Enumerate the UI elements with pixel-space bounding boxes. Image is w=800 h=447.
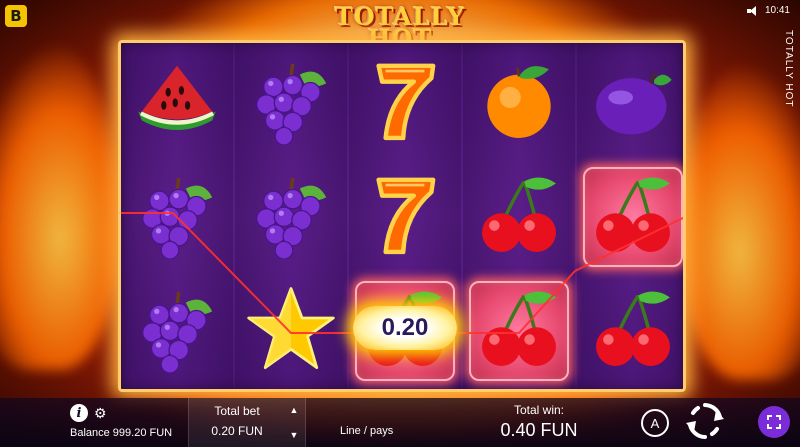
symbol-cherry: [577, 275, 683, 387]
symbol-grapes: [235, 47, 347, 159]
symbol-seven: [349, 47, 461, 159]
symbol-grapes: [121, 161, 233, 273]
game-name-vertical: TOTALLY HOT: [783, 30, 794, 108]
symbol-grapes: [235, 161, 347, 273]
lines-pays[interactable]: Line / pays: [340, 425, 393, 437]
info-icon[interactable]: i: [70, 404, 88, 422]
cherry-icon: [589, 285, 677, 378]
control-bar: i ⚙ Balance 999.20 FUN Total bet 0.20 FU…: [0, 398, 800, 447]
flame-left: [0, 40, 120, 370]
reel-area[interactable]: 0.20: [118, 40, 686, 392]
total-win-label: Total win:: [513, 403, 565, 417]
flame-right: [680, 60, 800, 380]
plum-icon: [589, 57, 677, 150]
grapes-icon: [247, 171, 335, 264]
total-win-value: 0.40 FUN: [500, 420, 578, 440]
symbol-watermelon: [121, 47, 233, 159]
symbol-plum: [577, 47, 683, 159]
balance: Balance 999.20 FUN: [70, 427, 173, 439]
symbol-cherry: [577, 161, 683, 273]
game-stage: B TOTALLY HOT 10:41 TOTALLY HOT 0.20 i ⚙…: [0, 0, 800, 447]
symbol-cherry: [463, 161, 575, 273]
watermelon-icon: [133, 57, 221, 150]
spin-icon: [686, 403, 724, 439]
symbol-cherry: [463, 275, 575, 387]
bet-panel: Total bet 0.20 FUN ▲ ▼: [188, 398, 306, 447]
fullscreen-button[interactable]: [758, 406, 790, 438]
total-bet-label: Total bet: [214, 404, 260, 418]
grapes-icon: [247, 57, 335, 150]
symbol-grapes: [121, 275, 233, 387]
fullscreen-icon: [767, 415, 781, 429]
brand-logo[interactable]: B: [5, 5, 27, 27]
seven-icon: [361, 171, 449, 264]
clock: 10:41: [764, 5, 790, 16]
status-bar: 10:41: [746, 5, 790, 16]
bet-decrease-icon[interactable]: ▼: [283, 423, 305, 447]
symbol-orange: [463, 47, 575, 159]
symbol-star: [235, 275, 347, 387]
cherry-icon: [475, 285, 563, 378]
autoplay-button[interactable]: A: [641, 409, 669, 437]
cherry-icon: [589, 171, 677, 264]
line-win-badge: 0.20: [353, 306, 457, 350]
cherry-icon: [475, 171, 563, 264]
gear-icon[interactable]: ⚙: [94, 406, 107, 420]
seven-icon: [361, 57, 449, 150]
grapes-icon: [133, 285, 221, 378]
orange-icon: [475, 57, 563, 150]
spin-button[interactable]: [684, 400, 726, 442]
total-bet-value: 0.20 FUN: [211, 424, 263, 438]
bet-increase-icon[interactable]: ▲: [283, 398, 305, 423]
star-icon: [245, 283, 337, 380]
grapes-icon: [133, 171, 221, 264]
speaker-icon[interactable]: [746, 5, 759, 16]
symbol-seven: [349, 161, 461, 273]
